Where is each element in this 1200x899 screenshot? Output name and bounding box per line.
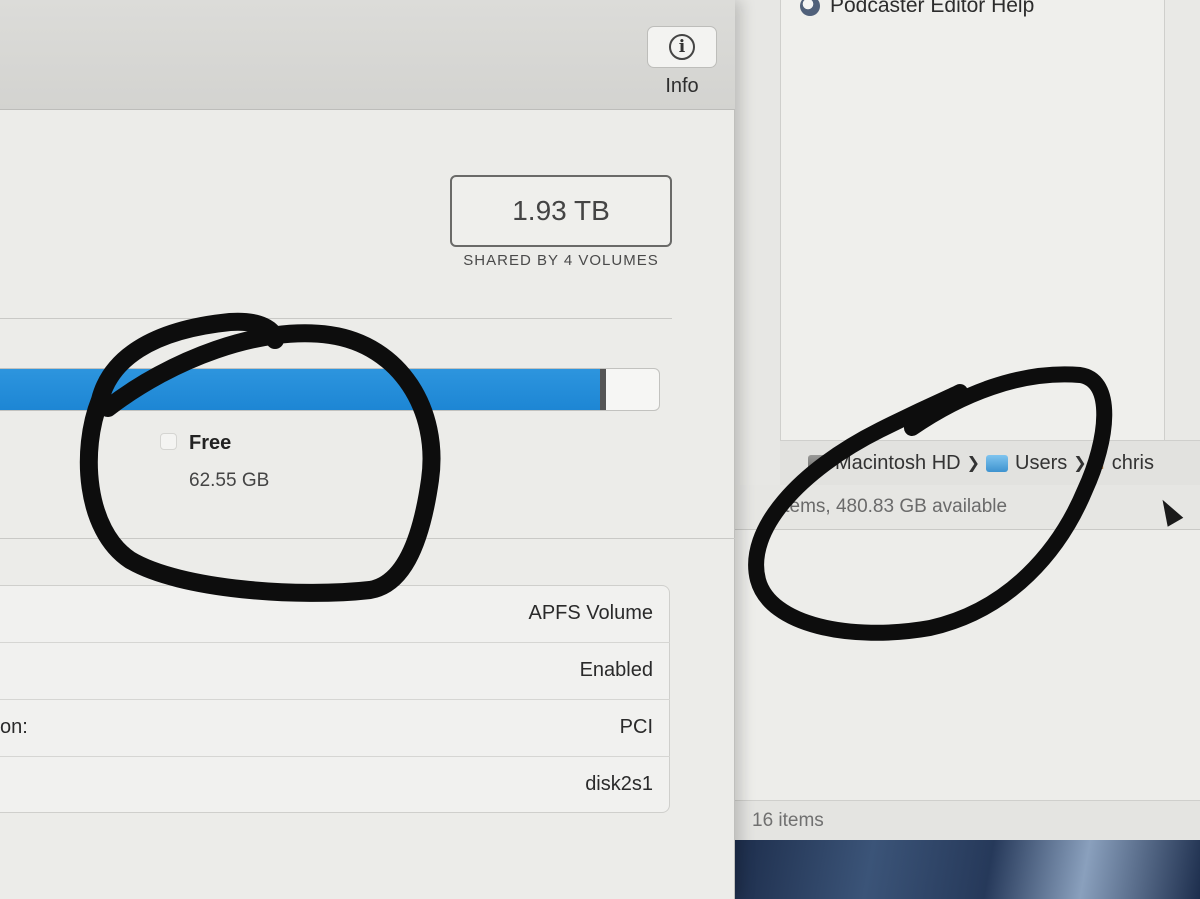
- toolbar: [0, 0, 735, 110]
- desktop-wallpaper: [730, 840, 1200, 899]
- list-item[interactable]: Podcaster Editor Help: [800, 0, 1034, 18]
- capacity-caption: SHARED BY 4 VOLUMES: [463, 252, 659, 269]
- table-row: APFS Volume: [0, 586, 670, 643]
- items-count-text: 16 items: [752, 809, 824, 831]
- path-item-macintosh-hd[interactable]: Macintosh HD: [808, 452, 961, 475]
- items-count-bar: 16 items: [735, 800, 1200, 840]
- folder-icon: [986, 454, 1009, 472]
- free-label: Free: [189, 432, 232, 454]
- divider: [0, 318, 672, 319]
- info-circle-icon: i: [669, 34, 695, 60]
- finder-lower-pane: [735, 530, 1200, 800]
- list-item-label: Podcaster Editor Help: [830, 0, 1035, 17]
- status-bar: items, 480.83 GB available: [735, 485, 1200, 530]
- chevron-right-icon: ❯: [966, 455, 981, 472]
- storage-usage-bar: [0, 368, 660, 411]
- info-button[interactable]: i: [647, 26, 717, 68]
- disk-icon: [808, 455, 828, 471]
- row-value: PCI: [619, 716, 653, 738]
- finder-side-column: [1165, 0, 1200, 440]
- chevron-right-icon: ❯: [1073, 455, 1087, 472]
- help-document-icon: [800, 0, 820, 16]
- home-icon: ⌂: [1092, 451, 1105, 474]
- divider: [0, 538, 735, 539]
- path-item-users[interactable]: Users: [986, 452, 1067, 475]
- row-key: on:: [0, 716, 28, 738]
- disk-utility-window: i Info 1.93 TB SHARED BY 4 VOLUMES Free …: [0, 0, 735, 899]
- table-row: disk2s1: [0, 757, 670, 814]
- available-space-text: items, 480.83 GB available: [780, 496, 1008, 517]
- row-value: APFS Volume: [528, 602, 653, 624]
- used-space-segment: [0, 369, 607, 410]
- finder-file-list[interactable]: [780, 0, 1165, 440]
- path-item-home[interactable]: ⌂ chris: [1093, 452, 1154, 475]
- row-value: Enabled: [579, 659, 653, 681]
- capacity-value: 1.93 TB: [450, 175, 672, 247]
- info-button-label: Info: [665, 75, 699, 97]
- table-row: on: PCI: [0, 700, 670, 757]
- free-value: 62.55 GB: [189, 470, 270, 491]
- table-row: Enabled: [0, 643, 670, 700]
- path-bar: Macintosh HD ❯ Users ❯ ⌂ chris: [780, 440, 1200, 485]
- volume-details-table: APFS Volume Enabled on: PCI disk2s1: [0, 585, 670, 813]
- free-swatch-icon: [160, 433, 177, 450]
- row-value: disk2s1: [585, 773, 653, 795]
